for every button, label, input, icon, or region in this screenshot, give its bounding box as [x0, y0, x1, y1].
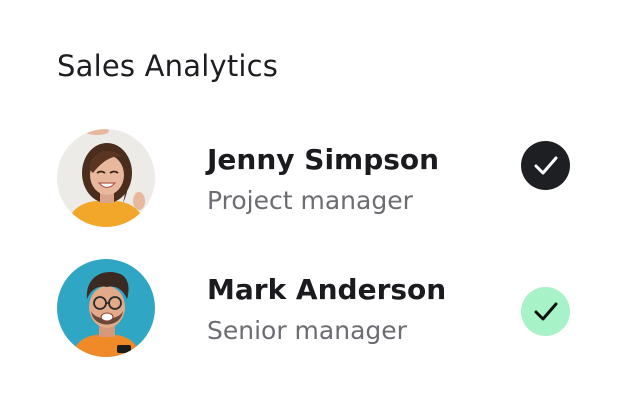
- avatar-image: [57, 259, 155, 357]
- check-icon: [534, 302, 557, 320]
- card-title: Sales Analytics: [57, 49, 279, 83]
- person-role: Project manager: [207, 186, 413, 215]
- avatar: [57, 129, 155, 227]
- person-row: Mark Anderson Senior manager: [0, 258, 620, 358]
- status-check-button[interactable]: [521, 287, 570, 336]
- avatar-image: [57, 129, 155, 227]
- person-role: Senior manager: [207, 316, 407, 345]
- person-row: Jenny Simpson Project manager: [0, 128, 620, 228]
- person-name: Mark Anderson: [207, 273, 447, 306]
- avatar: [57, 259, 155, 357]
- check-icon: [534, 156, 557, 174]
- status-check-button[interactable]: [521, 141, 570, 190]
- person-name: Jenny Simpson: [207, 143, 440, 176]
- sales-analytics-card: Sales Analytics Jenny Simpson Project ma…: [0, 0, 620, 400]
